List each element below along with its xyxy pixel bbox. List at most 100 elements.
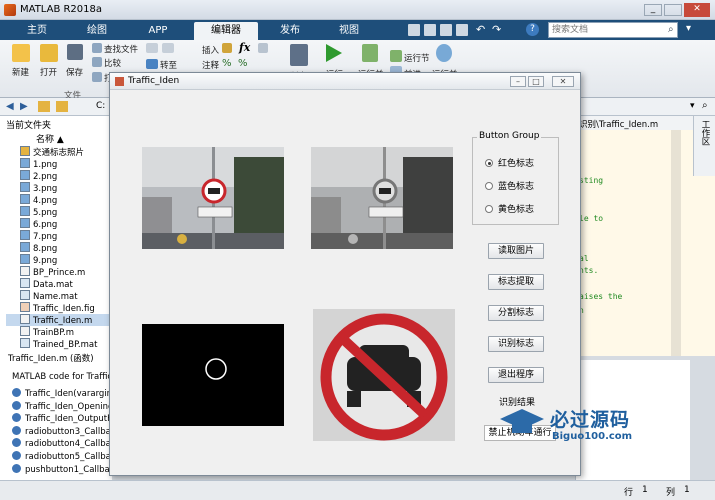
- function-item[interactable]: Traffic_Iden_OutputFc: [12, 413, 117, 424]
- function-item[interactable]: radiobutton4_Callback: [12, 438, 120, 449]
- find-files-button[interactable]: 查找文件: [104, 43, 138, 55]
- run-icon[interactable]: [326, 44, 342, 62]
- tab-view[interactable]: 视图: [322, 22, 376, 40]
- tab-home[interactable]: 主页: [8, 22, 66, 40]
- quick-cut-icon[interactable]: [424, 24, 436, 36]
- radio-red-sign[interactable]: 红色标志: [485, 156, 534, 169]
- print-icon[interactable]: [92, 72, 102, 82]
- list-item[interactable]: 6.png: [20, 218, 57, 230]
- insert-button[interactable]: 插入: [202, 44, 219, 56]
- compare-button[interactable]: 比较: [104, 57, 121, 69]
- undo-icon[interactable]: ↶: [476, 23, 485, 36]
- back-icon[interactable]: ◀: [6, 101, 14, 112]
- list-item[interactable]: 7.png: [20, 230, 57, 242]
- comment-button[interactable]: 注释: [202, 59, 219, 71]
- list-item[interactable]: BP_Prince.m: [20, 266, 85, 278]
- extract-sign-button[interactable]: 标志提取: [488, 274, 544, 290]
- dialog-close-icon[interactable]: ✕: [552, 76, 574, 87]
- search-docs-input[interactable]: [548, 22, 678, 38]
- radio-dot[interactable]: [485, 205, 493, 213]
- list-item[interactable]: Trained_BP.mat: [20, 338, 97, 350]
- list-item[interactable]: Traffic_Iden.fig: [20, 302, 95, 314]
- run-section-button[interactable]: 运行节: [404, 52, 430, 64]
- new-button[interactable]: 新建: [12, 66, 29, 78]
- dialog-maximize-icon[interactable]: □: [528, 76, 544, 87]
- minimize-icon[interactable]: _: [644, 4, 662, 16]
- list-item[interactable]: Data.mat: [20, 278, 73, 290]
- path-field[interactable]: C:: [96, 101, 105, 111]
- editor-scrollbar[interactable]: [671, 130, 681, 356]
- function-icon: [12, 388, 21, 397]
- run-time-icon[interactable]: [436, 44, 452, 62]
- close-icon[interactable]: ✕: [684, 3, 710, 17]
- filter-icon[interactable]: ▾: [686, 23, 691, 34]
- nav-left-icon[interactable]: [146, 43, 158, 53]
- open-folder-icon[interactable]: [40, 44, 58, 62]
- percent-block-icon[interactable]: %: [238, 58, 248, 69]
- function-item[interactable]: radiobutton5_Callback: [12, 451, 120, 462]
- search-icon[interactable]: ⌕: [668, 24, 674, 35]
- quick-paste-icon[interactable]: [456, 24, 468, 36]
- list-item[interactable]: TrainBP.m: [20, 326, 74, 338]
- function-item[interactable]: radiobutton3_Callback: [12, 425, 120, 437]
- open-button[interactable]: 打开: [40, 66, 57, 78]
- maximize-icon[interactable]: [664, 4, 682, 16]
- list-item[interactable]: 4.png: [20, 194, 57, 206]
- radio-dot[interactable]: [485, 159, 493, 167]
- list-item[interactable]: 9.png: [20, 254, 57, 266]
- segment-sign-button[interactable]: 分割标志: [488, 305, 544, 321]
- tab-publish[interactable]: 发布: [262, 22, 318, 40]
- list-item[interactable]: 交通标志照片: [20, 146, 84, 158]
- code-line: le to: [579, 214, 604, 223]
- read-image-button[interactable]: 读取图片: [488, 243, 544, 259]
- quick-copy-icon[interactable]: [440, 24, 452, 36]
- run-section-icon[interactable]: [390, 50, 402, 62]
- path-search-icon[interactable]: ⌕: [702, 100, 708, 111]
- tab-plots[interactable]: 绘图: [68, 22, 126, 40]
- insert-section-icon[interactable]: [222, 43, 232, 53]
- tab-apps[interactable]: APP: [128, 22, 188, 40]
- list-item[interactable]: Traffic_Iden.m: [6, 314, 110, 326]
- tab-editor[interactable]: 编辑器: [194, 22, 258, 40]
- percent-icon[interactable]: %: [222, 58, 232, 69]
- workspace-tab[interactable]: 工作区: [693, 116, 715, 176]
- list-item[interactable]: 2.png: [20, 170, 57, 182]
- save-button[interactable]: 保存: [66, 66, 83, 78]
- goto-button[interactable]: 转至: [160, 59, 177, 71]
- ribbon-tab-row: 主页 绘图 APP 编辑器 发布 视图 ↶ ↷ ? ⌕ ▾: [0, 20, 715, 40]
- redo-icon[interactable]: ↷: [492, 23, 501, 36]
- exit-program-button[interactable]: 退出程序: [488, 367, 544, 383]
- recognize-sign-button[interactable]: 识别标志: [488, 336, 544, 352]
- new-icon[interactable]: [12, 44, 30, 62]
- function-item[interactable]: pushbutton1_Callback: [12, 463, 119, 475]
- nav-right-icon[interactable]: [162, 43, 174, 53]
- quick-save-icon[interactable]: [408, 24, 420, 36]
- run-advance-icon[interactable]: [362, 44, 378, 62]
- up-folder-icon[interactable]: [38, 101, 50, 112]
- radio-blue-sign[interactable]: 蓝色标志: [485, 179, 534, 192]
- insert-dropdown-icon[interactable]: [258, 43, 268, 53]
- function-item[interactable]: Traffic_Iden(varargin): [12, 388, 115, 399]
- radio-dot[interactable]: [485, 182, 493, 190]
- list-item[interactable]: 5.png: [20, 206, 57, 218]
- find-files-icon[interactable]: [92, 43, 102, 53]
- compare-icon[interactable]: [92, 57, 102, 67]
- dialog-minimize-icon[interactable]: –: [510, 76, 526, 87]
- browse-folder-icon[interactable]: [56, 101, 68, 112]
- m-file-icon: [20, 326, 30, 336]
- fx-icon[interactable]: fx: [239, 41, 250, 54]
- list-item[interactable]: 1.png: [20, 158, 57, 170]
- breakpoint-icon[interactable]: [290, 44, 308, 66]
- list-item[interactable]: 3.png: [20, 182, 57, 194]
- code-editor[interactable]: sting le to al nts. aises the n 工作区: [575, 116, 715, 356]
- goto-icon[interactable]: [146, 59, 158, 69]
- save-icon[interactable]: [67, 44, 83, 60]
- path-dropdown-icon[interactable]: ▾: [690, 101, 695, 111]
- radio-yellow-sign[interactable]: 黄色标志: [485, 202, 534, 215]
- forward-icon[interactable]: ▶: [20, 101, 28, 112]
- list-item[interactable]: 8.png: [20, 242, 57, 254]
- list-item[interactable]: Name.mat: [20, 290, 78, 302]
- name-column-header[interactable]: 名称 ▲: [36, 132, 64, 145]
- help-icon[interactable]: ?: [526, 23, 539, 36]
- function-item[interactable]: Traffic_Iden_Opening: [12, 400, 113, 412]
